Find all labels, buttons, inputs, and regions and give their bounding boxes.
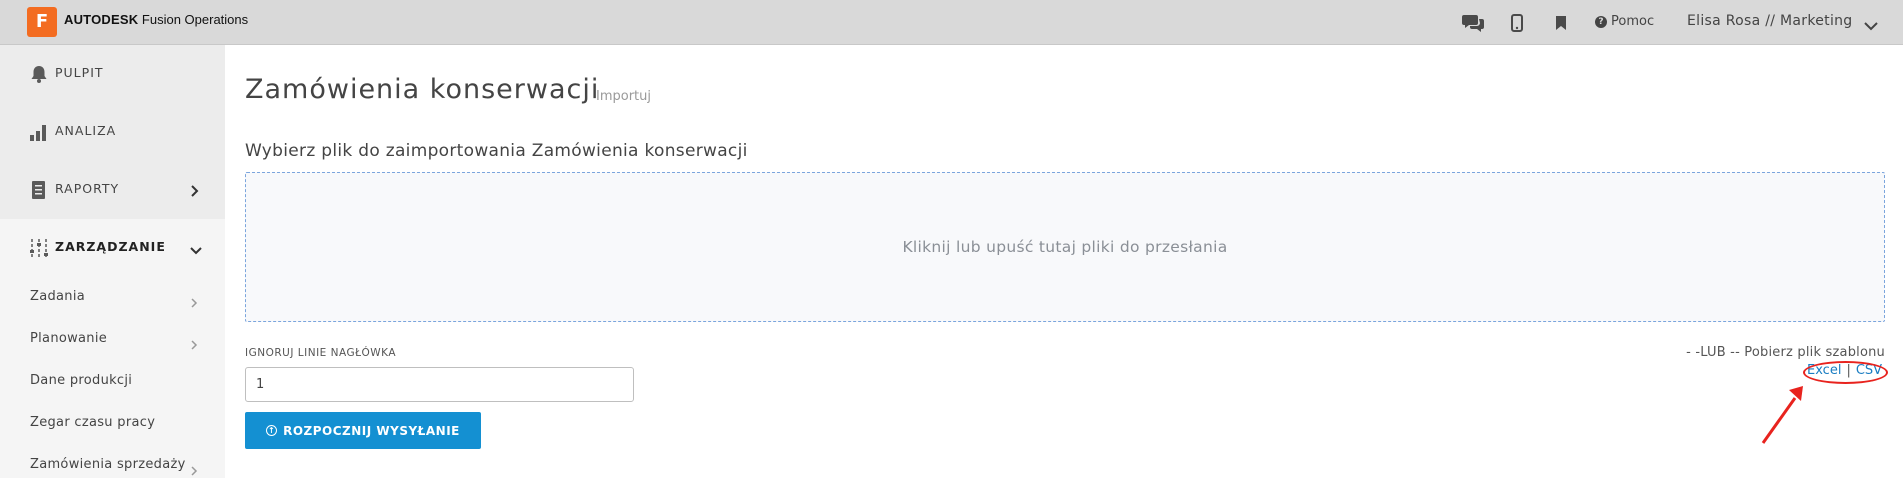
mobile-icon[interactable]: [1506, 12, 1528, 34]
sidebar-item-label: ANALIZA: [55, 123, 117, 138]
sidebar-item-label: ZARZĄDZANIE: [55, 239, 166, 254]
sidebar-subitem-label: Zamówienia sprzedaży: [30, 457, 186, 472]
bell-icon: [28, 63, 50, 85]
dropzone-text: Kliknij lub upuść tutaj pliki do przesła…: [902, 238, 1228, 256]
report-icon: [28, 179, 50, 201]
sidebar-subitem-zamowienia-sprzedazy[interactable]: Zamówienia sprzedaży: [0, 445, 225, 487]
help-label: Pomoc: [1611, 14, 1655, 29]
annotation-arrow-icon: [1755, 380, 1815, 454]
sliders-icon: [28, 237, 50, 259]
sidebar-subitem-planowanie[interactable]: Planowanie: [0, 319, 225, 361]
chat-icon[interactable]: [1462, 12, 1484, 34]
brand-rest: Fusion Operations: [138, 12, 249, 27]
brand-name: AUTODESK Fusion Operations: [64, 12, 248, 27]
chevron-down-icon: [190, 241, 202, 260]
chevron-right-icon: [190, 335, 198, 354]
annotation-oval: [1803, 361, 1888, 384]
sidebar-item-analiza[interactable]: ANALIZA: [0, 103, 225, 161]
section-title: Wybierz plik do zaimportowania Zamówieni…: [245, 141, 748, 161]
bookmark-icon[interactable]: [1550, 12, 1572, 34]
sidebar-item-label: PULPIT: [55, 65, 104, 80]
sidebar-subitem-label: Zadania: [30, 289, 86, 304]
sidebar-subitem-zadania[interactable]: Zadania: [0, 277, 225, 319]
help-icon: ?: [1595, 15, 1607, 28]
page-title: Zamówienia konserwacji: [245, 74, 600, 105]
file-dropzone[interactable]: Kliknij lub upuść tutaj pliki do przesła…: [245, 172, 1885, 322]
chevron-right-icon: [190, 293, 198, 312]
top-bar: F AUTODESK Fusion Operations ? Pomoc Eli…: [0, 0, 1903, 45]
upload-icon: ↑: [266, 425, 278, 436]
chevron-down-icon[interactable]: [1864, 16, 1878, 35]
sidebar: PULPIT ANALIZA RAPORTY ZARZĄDZANIE Zadan…: [0, 45, 225, 478]
header-lines-input[interactable]: [245, 367, 634, 402]
chevron-right-icon: [190, 461, 198, 480]
chevron-right-icon: [190, 183, 200, 202]
template-download-text: - -LUB -- Pobierz plik szablonu: [1686, 345, 1885, 360]
sidebar-subitem-label: Dane produkcji: [30, 373, 133, 388]
start-upload-button[interactable]: ↑ ROZPOCZNIJ WYSYŁANIE: [245, 412, 481, 449]
help-link[interactable]: ? Pomoc: [1595, 14, 1654, 29]
sidebar-subitem-dane-produkcji[interactable]: Dane produkcji: [0, 361, 225, 403]
fusion-logo[interactable]: F: [27, 7, 60, 40]
brand-bold: AUTODESK: [64, 12, 139, 27]
sidebar-item-zarzadzanie[interactable]: ZARZĄDZANIE: [0, 219, 225, 277]
start-upload-label: ROZPOCZNIJ WYSYŁANIE: [283, 423, 460, 438]
sidebar-item-pulpit[interactable]: PULPIT: [0, 45, 225, 103]
header-lines-label: IGNORUJ LINIE NAGŁÓWKA: [245, 347, 397, 359]
sidebar-subitem-label: Planowanie: [30, 331, 108, 346]
sidebar-subitem-zegar-czasu-pracy[interactable]: Zegar czasu pracy: [0, 403, 225, 445]
sidebar-item-raporty[interactable]: RAPORTY: [0, 161, 225, 219]
sidebar-item-label: RAPORTY: [55, 181, 120, 196]
sidebar-subitem-label: Zegar czasu pracy: [30, 415, 156, 430]
user-menu[interactable]: Elisa Rosa // Marketing: [1687, 13, 1853, 29]
bar-chart-icon: [28, 121, 50, 143]
breadcrumb: Importuj: [596, 89, 651, 104]
